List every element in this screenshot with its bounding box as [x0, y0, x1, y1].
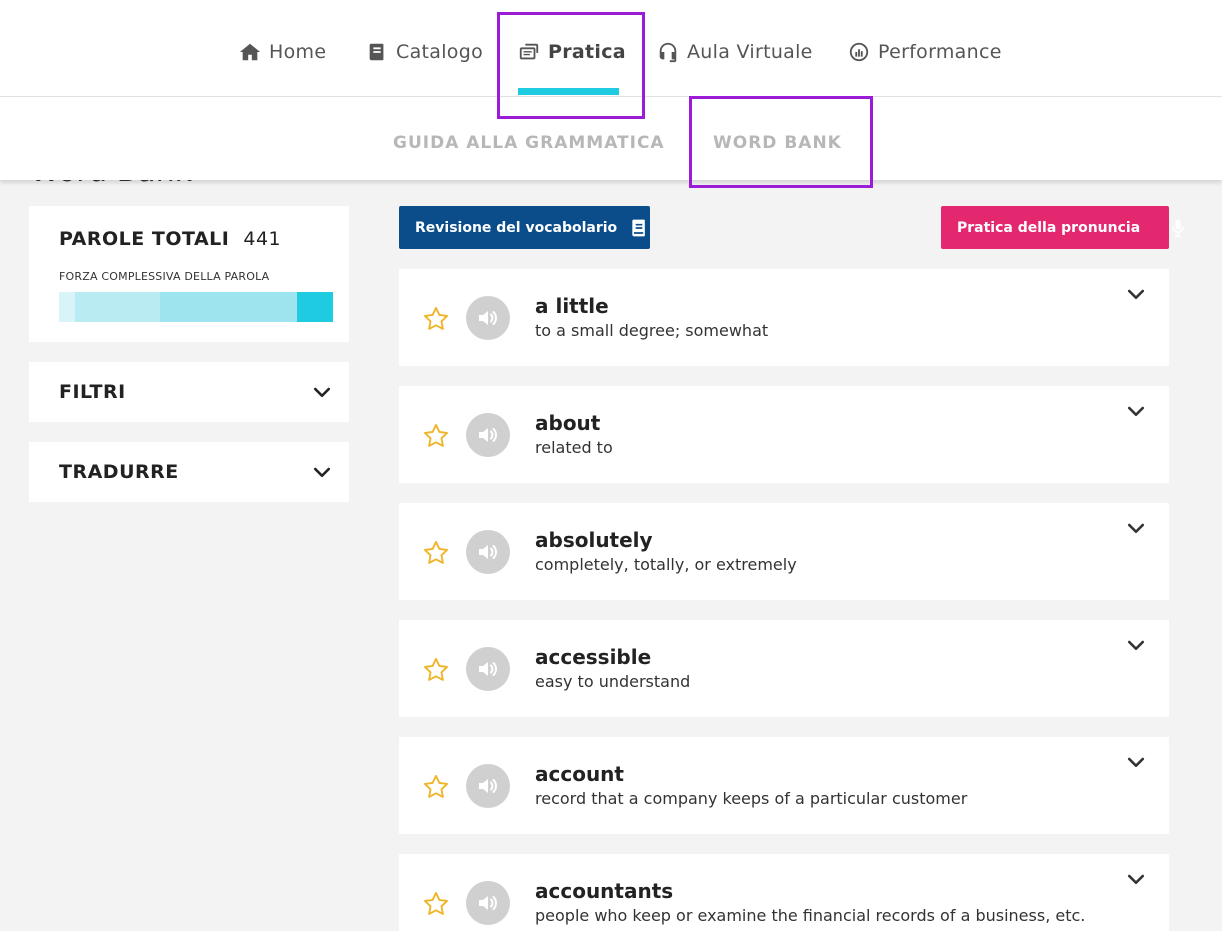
- sub-navigation: GUIDA ALLA GRAMMATICA WORD BANK: [0, 97, 1222, 180]
- star-icon[interactable]: [422, 656, 450, 684]
- word-term: accessible: [535, 645, 652, 669]
- nav-home[interactable]: Home: [239, 40, 326, 64]
- nav-aula-virtuale-label: Aula Virtuale: [687, 41, 813, 63]
- word-definition: record that a company keeps of a particu…: [535, 789, 968, 808]
- chevron-down-icon: [313, 467, 331, 478]
- chevron-down-icon: [313, 387, 331, 398]
- word-term: about: [535, 411, 601, 435]
- strength-segment: [297, 292, 333, 322]
- total-words-label: PAROLE TOTALI: [59, 228, 230, 250]
- filters-panel[interactable]: FILTRI: [29, 362, 349, 422]
- strength-segment: [75, 292, 161, 322]
- strength-segment: [160, 292, 298, 322]
- word-stats-panel: PAROLE TOTALI 441 FORZA COMPLESSIVA DELLA…: [29, 206, 349, 342]
- book-icon: [369, 43, 384, 61]
- chevron-down-icon[interactable]: [1127, 636, 1145, 654]
- word-term: accountants: [535, 879, 674, 903]
- word-card[interactable]: accountants people who keep or examine th…: [399, 854, 1169, 931]
- star-icon[interactable]: [422, 773, 450, 801]
- book-icon: [632, 219, 646, 236]
- pronunciation-label: Pratica della pronuncia: [957, 219, 1141, 236]
- nav-home-label: Home: [269, 41, 327, 63]
- word-card[interactable]: account record that a company keeps of a …: [399, 737, 1169, 834]
- word-definition: easy to understand: [535, 672, 691, 691]
- star-icon[interactable]: [422, 422, 450, 450]
- speaker-icon: [479, 311, 497, 325]
- audio-button[interactable]: [466, 413, 510, 457]
- top-navigation: Home Catalogo Pratica Aula Virtuale Perf…: [0, 0, 1222, 97]
- strength-label: FORZA COMPLESSIVA DELLA PAROLA: [59, 270, 270, 283]
- audio-button[interactable]: [466, 530, 510, 574]
- total-words: PAROLE TOTALI 441: [59, 228, 281, 250]
- subnav-grammar-guide[interactable]: GUIDA ALLA GRAMMATICA: [393, 133, 665, 153]
- nav-catalogo[interactable]: Catalogo: [366, 40, 483, 64]
- vocab-review-label: Revisione del vocabolario: [415, 219, 618, 236]
- total-words-count: 441: [243, 228, 282, 250]
- translate-panel[interactable]: TRADURRE: [29, 442, 349, 502]
- star-icon[interactable]: [422, 305, 450, 333]
- star-icon[interactable]: [422, 539, 450, 567]
- chevron-down-icon[interactable]: [1127, 753, 1145, 771]
- word-card[interactable]: about related to: [399, 386, 1169, 483]
- active-tab-indicator: [518, 88, 619, 95]
- nav-performance[interactable]: Performance: [848, 40, 1002, 64]
- chevron-down-icon[interactable]: [1127, 870, 1145, 888]
- practice-icon: [519, 43, 539, 60]
- nav-catalogo-label: Catalogo: [396, 41, 483, 63]
- speaker-icon: [479, 428, 497, 442]
- word-definition: related to: [535, 438, 613, 457]
- strength-segment: [59, 292, 76, 322]
- star-icon[interactable]: [422, 890, 450, 918]
- speaker-icon: [479, 545, 497, 559]
- translate-label: TRADURRE: [59, 461, 179, 483]
- word-term: absolutely: [535, 528, 653, 552]
- headset-icon: [659, 42, 677, 63]
- chevron-down-icon[interactable]: [1127, 285, 1145, 303]
- speaker-icon: [479, 662, 497, 676]
- word-definition: people who keep or examine the financial…: [535, 906, 1086, 925]
- word-card[interactable]: accessible easy to understand: [399, 620, 1169, 717]
- subnav-word-bank[interactable]: WORD BANK: [713, 133, 842, 153]
- word-card[interactable]: absolutely completely, totally, or extrem…: [399, 503, 1169, 600]
- audio-button[interactable]: [466, 296, 510, 340]
- vocab-review-button[interactable]: Revisione del vocabolario: [399, 206, 650, 249]
- word-term: account: [535, 762, 624, 786]
- chart-icon: [849, 42, 869, 62]
- nav-pratica-label: Pratica: [548, 41, 626, 63]
- chevron-down-icon[interactable]: [1127, 519, 1145, 537]
- nav-pratica[interactable]: Pratica: [518, 40, 626, 64]
- audio-button[interactable]: [466, 647, 510, 691]
- strength-bar: [59, 292, 333, 322]
- word-card[interactable]: a little to a small degree; somewhat: [399, 269, 1169, 366]
- microphone-icon: [1172, 219, 1184, 237]
- chevron-down-icon[interactable]: [1127, 402, 1145, 420]
- audio-button[interactable]: [466, 764, 510, 808]
- pronunciation-button[interactable]: Pratica della pronuncia: [941, 206, 1184, 249]
- home-icon: [239, 43, 261, 61]
- filters-label: FILTRI: [59, 381, 126, 403]
- word-term: a little: [535, 294, 609, 318]
- nav-aula-virtuale[interactable]: Aula Virtuale: [657, 40, 813, 64]
- word-definition: completely, totally, or extremely: [535, 555, 797, 574]
- speaker-icon: [479, 896, 497, 910]
- speaker-icon: [479, 779, 497, 793]
- word-definition: to a small degree; somewhat: [535, 321, 769, 340]
- audio-button[interactable]: [466, 881, 510, 925]
- nav-performance-label: Performance: [878, 41, 1002, 63]
